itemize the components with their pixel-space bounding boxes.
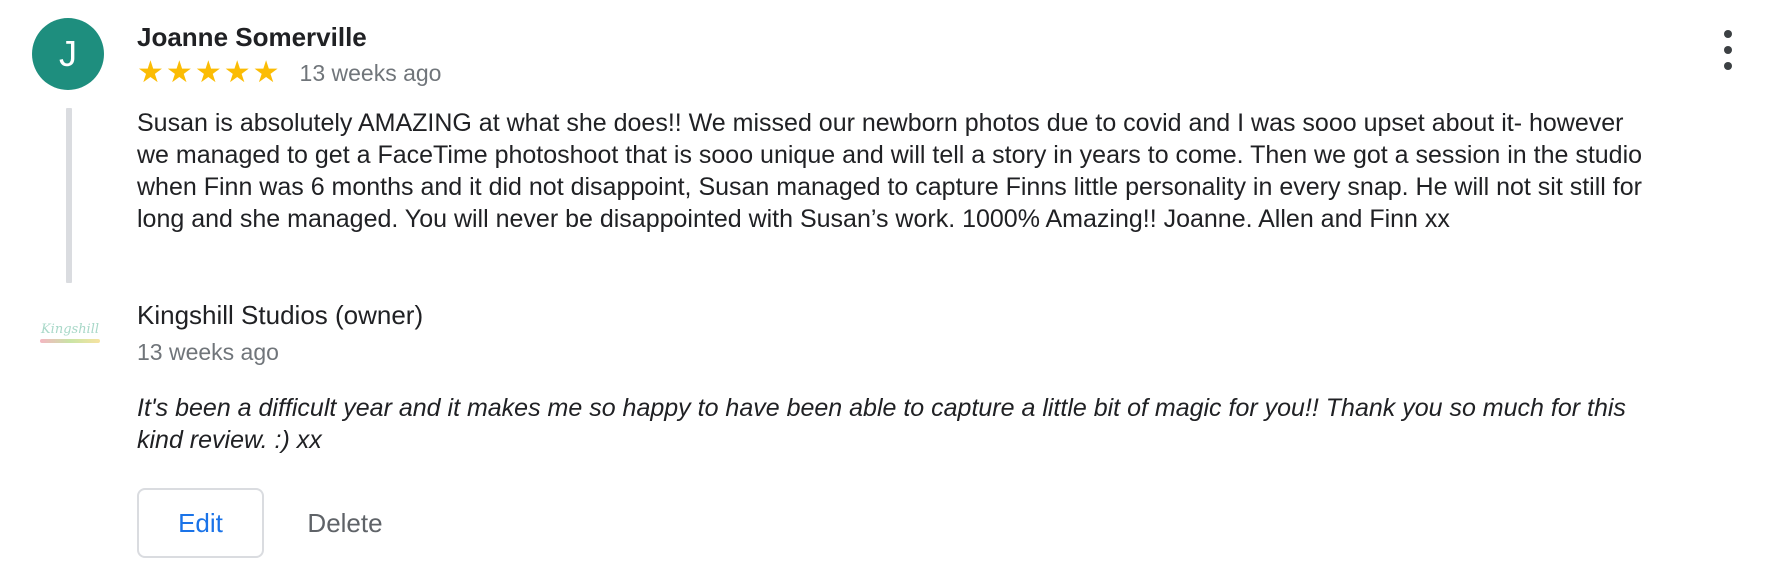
star-icon: ★ <box>165 56 193 89</box>
thread-line <box>66 108 72 283</box>
review-card: J Joanne Somerville ★ ★ ★ ★ ★ 13 weeks ago S… <box>0 0 1766 576</box>
delete-button[interactable]: Delete <box>290 488 400 558</box>
star-icon: ★ <box>223 56 251 89</box>
star-icon: ★ <box>137 56 164 89</box>
review-time: 13 weeks ago <box>299 59 442 86</box>
star-icon: ★ <box>252 56 280 89</box>
rating-row: ★ ★ ★ ★ ★ 13 weeks ago <box>137 58 441 88</box>
owner-reply-text: It's been a difficult year and it makes … <box>137 394 1626 454</box>
star-rating: ★ ★ ★ ★ ★ <box>137 58 280 88</box>
star-icon: ★ <box>194 56 222 89</box>
more-vert-icon <box>1724 30 1732 38</box>
avatar-initial: J <box>59 33 77 74</box>
review-text: Susan is absolutely AMAZING at what she … <box>137 109 1643 233</box>
reviewer-avatar[interactable]: J <box>32 18 104 90</box>
edit-button[interactable]: Edit <box>137 488 264 558</box>
owner-name: Kingshill Studios (owner) <box>137 300 424 330</box>
owner-response-time: 13 weeks ago <box>137 339 279 365</box>
more-options-button[interactable] <box>1715 30 1741 70</box>
reviewer-name[interactable]: Joanne Somerville <box>137 22 367 53</box>
owner-logo: Kingshill <box>36 312 104 352</box>
